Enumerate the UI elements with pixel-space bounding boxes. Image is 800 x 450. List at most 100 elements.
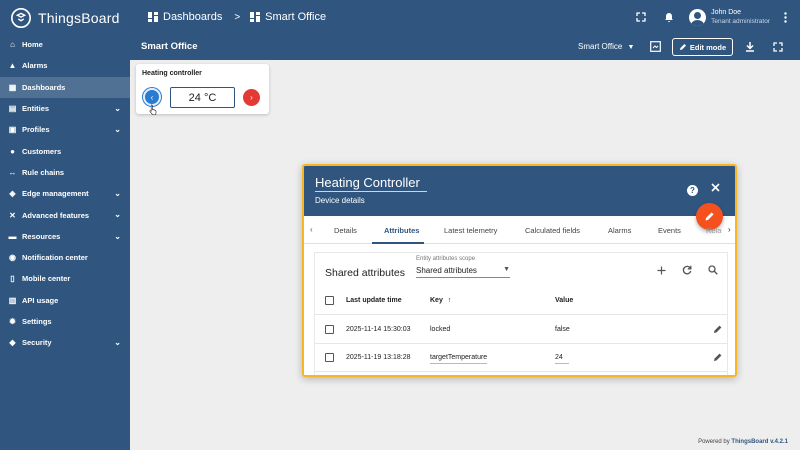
fullscreen-icon — [636, 12, 646, 22]
tab-events[interactable]: Events — [658, 226, 681, 235]
dialog-tabs: ‹ Details Attributes Latest telemetry Ca… — [304, 216, 735, 244]
dashboard-icon — [250, 12, 261, 22]
column-last-update-time[interactable]: Last update time — [346, 297, 402, 304]
row-value: false — [555, 326, 570, 333]
download-icon — [745, 42, 754, 52]
sidebar-item-edge-management[interactable]: ◈ Edge management ⌄ — [0, 183, 130, 204]
dialog-header: Heating Controller Device details ? — [304, 166, 735, 216]
sidebar-item-mobile-center[interactable]: ▯ Mobile center — [0, 268, 130, 289]
sidebar-item-label: Home — [22, 40, 43, 50]
caret-down-icon: ▼ — [503, 266, 510, 273]
sidebar-item-resources[interactable]: ▬ Resources ⌄ — [0, 226, 130, 247]
sort-arrow-up-icon: ↑ — [447, 297, 452, 304]
dialog-title[interactable]: Heating Controller — [315, 175, 427, 192]
footer: Powered by ThingsBoard v.4.2.1 — [698, 439, 788, 445]
tools-icon: ✕ — [9, 210, 16, 220]
breadcrumb-current: Smart Office — [265, 11, 327, 23]
column-value[interactable]: Value — [555, 297, 573, 304]
sidebar-item-notification-center[interactable]: ◉ Notification center — [0, 247, 130, 268]
profiles-icon: ▣ — [8, 125, 17, 135]
table-row[interactable]: 2025-11-14 15:30:03 locked false — [315, 316, 727, 344]
sidebar-item-api-usage[interactable]: ▥ API usage — [0, 290, 130, 311]
sidebar-item-entities[interactable]: ▤ Entities ⌄ — [0, 98, 130, 119]
search-icon — [708, 265, 718, 275]
user-role: Tenant administrator — [711, 18, 770, 25]
dashboard-fullscreen-button[interactable] — [770, 39, 785, 54]
sidebar-item-label: Dashboards — [22, 82, 66, 92]
row-checkbox[interactable] — [325, 325, 334, 334]
sidebar-item-security[interactable]: ◆ Security ⌄ — [0, 332, 130, 353]
sidebar-item-label: Edge management — [22, 189, 89, 199]
table-row[interactable]: 2025-11-19 13:18:28 targetTemperature 24 — [315, 344, 727, 372]
breadcrumb-separator: > — [234, 11, 241, 23]
api-usage-icon: ▥ — [8, 295, 17, 305]
tab-latest-telemetry[interactable]: Latest telemetry — [444, 226, 497, 235]
chevron-down-icon: ⌄ — [114, 103, 121, 113]
sidebar-item-customers[interactable]: ● Customers — [0, 140, 130, 161]
tab-attributes[interactable]: Attributes — [384, 226, 419, 235]
avatar-icon — [689, 8, 707, 26]
temperature-value: 24 °C — [170, 87, 235, 108]
bell-icon — [665, 12, 674, 22]
dashboard-title: Smart Office — [141, 41, 198, 52]
tab-relations[interactable]: Relations — [706, 226, 722, 235]
chevron-right-icon: › — [250, 93, 253, 102]
edit-row-icon[interactable] — [713, 324, 723, 334]
refresh-button[interactable] — [681, 264, 693, 276]
select-all-checkbox[interactable] — [325, 296, 334, 305]
download-button[interactable] — [742, 39, 757, 54]
tabs-scroll-left-button[interactable]: ‹ — [310, 225, 313, 234]
tab-calculated-fields[interactable]: Calculated fields — [525, 226, 580, 235]
edit-mode-button[interactable]: Edit mode — [672, 38, 733, 56]
sidebar-item-home[interactable]: ⌂ Home — [0, 34, 130, 55]
folder-icon: ▬ — [8, 231, 17, 241]
tab-details[interactable]: Details — [334, 226, 357, 235]
sidebar-item-label: Rule chains — [22, 167, 65, 177]
attributes-scope-select[interactable]: Shared attributes ▼ — [416, 266, 510, 278]
layouts-button[interactable] — [648, 39, 663, 54]
column-key-label: Key — [430, 297, 443, 304]
increase-button[interactable]: › — [243, 89, 260, 106]
edit-row-icon[interactable] — [713, 352, 723, 362]
more-menu-button[interactable] — [776, 11, 794, 23]
caret-down-icon: ▼ — [627, 44, 635, 51]
table-header: Last update time Key ↑ Value — [315, 287, 727, 315]
chevron-down-icon: ⌄ — [114, 210, 121, 220]
close-button[interactable] — [711, 183, 720, 195]
edit-mode-label: Edit mode — [689, 42, 727, 52]
top-bar: ThingsBoard Dashboards > Smart Office Jo… — [0, 0, 800, 34]
sidebar-item-alarms[interactable]: ▲ Alarms — [0, 55, 130, 76]
mobile-icon: ▯ — [10, 274, 15, 284]
thingsboard-logo-icon — [11, 8, 31, 28]
chevron-down-icon: ⌄ — [114, 338, 121, 348]
user-menu[interactable]: John Doe Tenant administrator — [689, 8, 770, 26]
sidebar-item-settings[interactable]: ✹ Settings — [0, 311, 130, 332]
row-checkbox[interactable] — [325, 353, 334, 362]
footer-prefix: Powered by — [698, 439, 730, 445]
breadcrumb-dashboards[interactable]: Dashboards — [163, 11, 222, 23]
home-icon: ⌂ — [10, 40, 15, 50]
search-button[interactable] — [707, 264, 719, 276]
attributes-panel: Shared attributes Entity attributes scop… — [314, 252, 728, 375]
notifications-button[interactable] — [657, 5, 681, 29]
scope-value: Shared attributes — [416, 266, 477, 275]
footer-brand-link[interactable]: ThingsBoard v.4.2.1 — [731, 439, 788, 445]
sidebar-item-advanced-features[interactable]: ✕ Advanced features ⌄ — [0, 204, 130, 225]
add-attribute-button[interactable] — [655, 264, 667, 276]
sidebar-item-dashboards[interactable]: ▦ Dashboards — [0, 76, 130, 98]
sidebar-item-label: Customers — [22, 146, 62, 156]
breadcrumb: Dashboards > Smart Office — [148, 11, 326, 23]
sidebar-item-rule-chains[interactable]: ↔ Rule chains — [0, 162, 130, 183]
tab-alarms[interactable]: Alarms — [608, 226, 631, 235]
device-details-dialog: Heating Controller Device details ? ‹ De… — [302, 164, 737, 377]
row-time: 2025-11-14 15:30:03 — [346, 326, 411, 333]
column-key[interactable]: Key ↑ — [430, 297, 451, 304]
dashboard-state-select[interactable]: Smart Office ▼ — [578, 42, 634, 51]
app-logo[interactable]: ThingsBoard — [10, 7, 120, 29]
sidebar-item-profiles[interactable]: ▣ Profiles ⌄ — [0, 119, 130, 140]
dashboard-icon: ▦ — [8, 82, 17, 92]
help-icon: ? — [690, 186, 695, 195]
help-button[interactable]: ? — [687, 185, 698, 196]
fullscreen-button[interactable] — [629, 5, 653, 29]
tabs-scroll-right-button[interactable]: › — [725, 225, 731, 234]
